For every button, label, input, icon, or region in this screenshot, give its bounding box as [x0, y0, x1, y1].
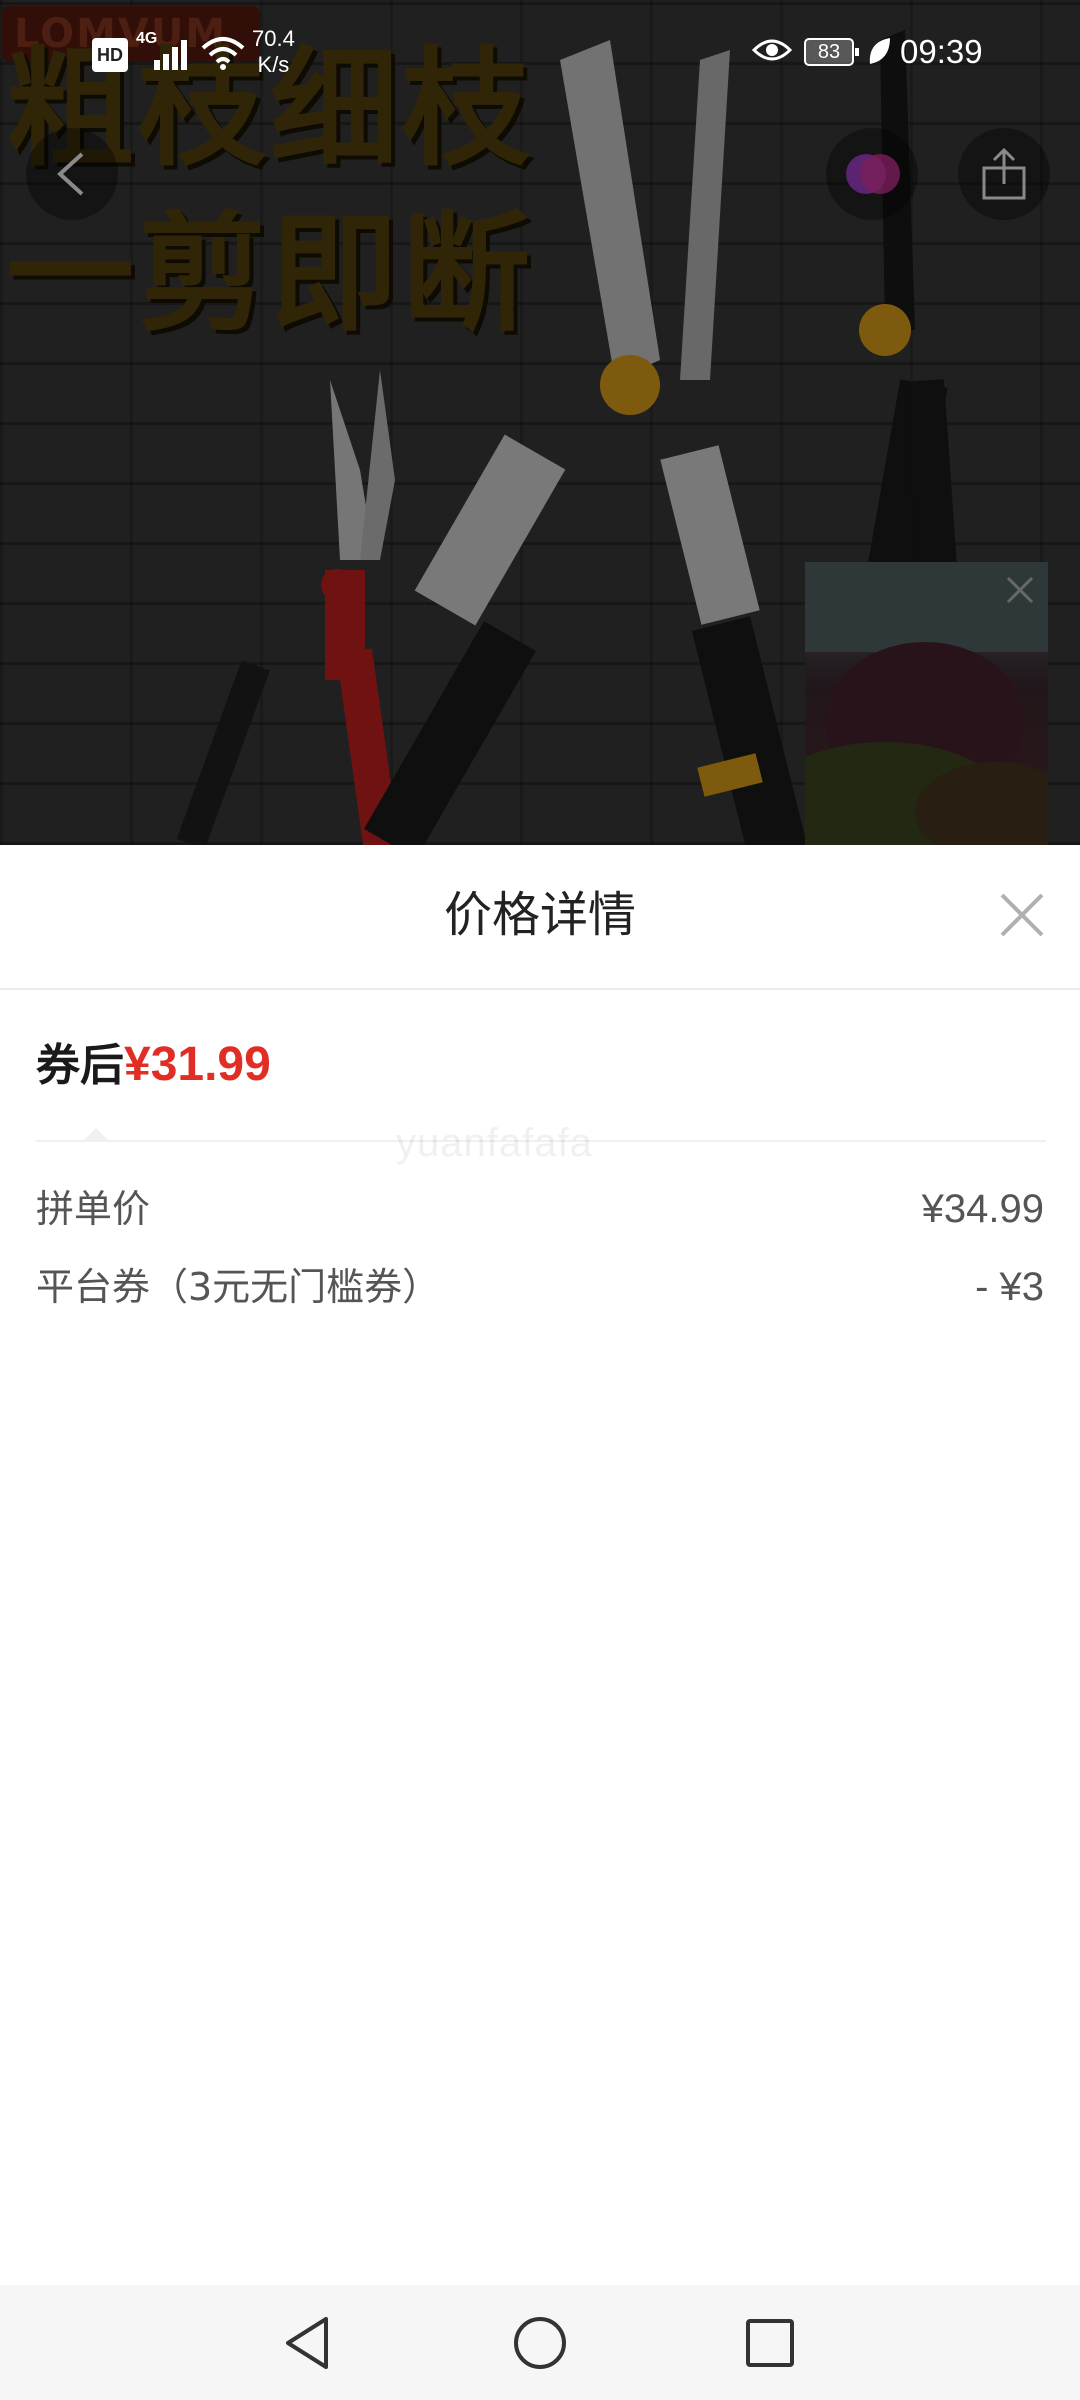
- live-button[interactable]: [826, 128, 918, 220]
- divider: [0, 988, 1080, 990]
- clock: 09:39: [900, 33, 983, 70]
- live-icon: [846, 154, 900, 194]
- share-icon: [982, 147, 1026, 200]
- speed-value: 70.4: [252, 26, 295, 51]
- price-row-group-price: 拼单价 ¥34.99: [36, 1179, 1044, 1239]
- eye-comfort-icon: [752, 39, 792, 61]
- speed-unit: K/s: [257, 52, 290, 77]
- final-price: 券后¥31.99: [36, 1037, 271, 1094]
- sheet-title: 价格详情: [443, 887, 636, 943]
- divider-notch: [84, 1128, 108, 1140]
- wifi-icon: [201, 37, 245, 70]
- back-icon: [57, 152, 84, 196]
- power-saving-icon: [869, 38, 890, 64]
- row-label: 平台券（3元无门槛券）: [36, 1265, 441, 1309]
- back-button[interactable]: [26, 128, 118, 220]
- final-price-value: ¥31.99: [124, 1038, 271, 1091]
- price-row-coupon: 平台券（3元无门槛券） - ¥3: [36, 1257, 1044, 1317]
- share-button[interactable]: [958, 128, 1050, 220]
- row-value: - ¥3: [975, 1265, 1044, 1309]
- watermark: yuanfafafa: [396, 1121, 593, 1165]
- product-image: LOMVUM 粗枝细枝 一剪即断: [0, 0, 1080, 845]
- nav-home-icon[interactable]: [510, 2313, 570, 2373]
- dim-overlay[interactable]: [0, 0, 1080, 845]
- row-label: 拼单价: [36, 1187, 151, 1231]
- status-bar: HD 4G 70.4 K/s 83 09:39: [0, 0, 1080, 100]
- navigation-bar: [0, 2285, 1080, 2400]
- close-icon[interactable]: [996, 889, 1048, 941]
- row-value: ¥34.99: [921, 1187, 1044, 1231]
- nav-back-icon[interactable]: [278, 2313, 338, 2373]
- battery-level: 83: [804, 38, 859, 66]
- nav-recents-icon[interactable]: [740, 2313, 800, 2373]
- price-details-sheet: 价格详情 券后¥31.99 yuanfafafa 拼单价 ¥34.99 平台券（…: [0, 845, 1080, 2285]
- network-speed: 70.4 K/s: [252, 26, 295, 78]
- hd-badge: HD: [92, 38, 128, 72]
- signal-icon: [154, 40, 187, 70]
- final-price-label: 券后: [36, 1040, 124, 1091]
